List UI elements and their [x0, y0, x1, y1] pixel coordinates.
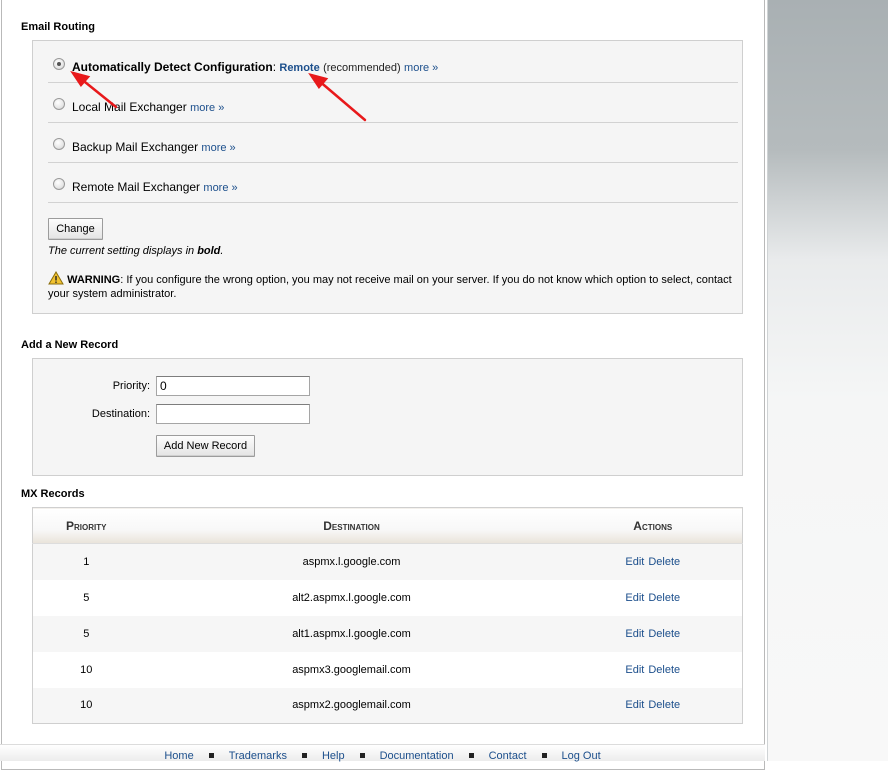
- current-setting-note: The current setting displays in bold.: [48, 245, 223, 257]
- radio-local[interactable]: [53, 98, 65, 110]
- delete-link[interactable]: Delete: [648, 628, 680, 640]
- right-sidebar-panel: [767, 0, 888, 761]
- note-text: The current setting displays in: [48, 245, 198, 257]
- routing-option-auto-label: Automatically Detect Configuration: [72, 60, 273, 74]
- row-actions: Edit Delete: [563, 615, 743, 652]
- add-record-panel: Priority: Destination: Add New Record: [32, 358, 743, 476]
- table-row: 10 aspmx3.googlemail.com Edit Delete: [32, 651, 743, 688]
- footer-link-home[interactable]: Home: [164, 750, 193, 762]
- footer-link-trademarks[interactable]: Trademarks: [229, 750, 287, 762]
- email-routing-title: Email Routing: [21, 21, 95, 33]
- table-row: 10 aspmx2.googlemail.com Edit Delete: [32, 687, 743, 724]
- add-record-title: Add a New Record: [21, 339, 119, 351]
- separator-bullet: [468, 752, 474, 758]
- row-priority: 10: [32, 687, 140, 724]
- routing-option-local-label: Local Mail Exchanger: [72, 100, 187, 114]
- routing-option-remote[interactable]: Remote Mail Exchanger more »: [48, 163, 738, 203]
- edit-link[interactable]: Edit: [625, 699, 644, 711]
- warning-message: WARNING: If you configure the wrong opti…: [48, 271, 738, 300]
- row-actions: Edit Delete: [563, 651, 743, 688]
- separator-bullet: [208, 752, 214, 758]
- column-header-actions: Actions: [563, 507, 743, 544]
- table-row: 5 alt1.aspmx.l.google.com Edit Delete: [32, 615, 743, 652]
- add-new-record-button[interactable]: Add New Record: [156, 435, 255, 457]
- footer-link-help[interactable]: Help: [322, 750, 345, 762]
- separator-bullet: [541, 752, 547, 758]
- column-header-destination[interactable]: Destination: [139, 507, 564, 544]
- routing-option-backup[interactable]: Backup Mail Exchanger more »: [48, 123, 738, 163]
- row-priority: 1: [32, 543, 140, 580]
- warning-text: : If you configure the wrong option, you…: [48, 274, 732, 300]
- row-priority: 10: [32, 651, 140, 688]
- edit-link[interactable]: Edit: [625, 592, 644, 604]
- delete-link[interactable]: Delete: [648, 664, 680, 676]
- mx-records-title: MX Records: [21, 488, 85, 500]
- separator-bullet: [359, 752, 365, 758]
- email-routing-panel: Automatically Detect Configuration: Remo…: [32, 40, 743, 314]
- more-link-remote[interactable]: more »: [203, 182, 237, 194]
- footer-link-contact[interactable]: Contact: [489, 750, 527, 762]
- radio-auto-detect[interactable]: [53, 58, 65, 70]
- more-link-backup[interactable]: more »: [201, 142, 235, 154]
- label-colon: :: [272, 60, 277, 74]
- separator-bullet: [301, 752, 307, 758]
- table-row: 1 aspmx.l.google.com Edit Delete: [32, 543, 743, 580]
- column-header-priority[interactable]: Priority: [32, 507, 140, 544]
- row-actions: Edit Delete: [563, 687, 743, 724]
- row-destination: alt2.aspmx.l.google.com: [139, 579, 564, 616]
- routing-option-local[interactable]: Local Mail Exchanger more »: [48, 83, 738, 123]
- recommended-text: (recommended): [323, 62, 401, 74]
- row-actions: Edit Delete: [563, 579, 743, 616]
- edit-link[interactable]: Edit: [625, 664, 644, 676]
- change-button[interactable]: Change: [48, 218, 103, 240]
- footer-link-logout[interactable]: Log Out: [562, 750, 601, 762]
- more-link-local[interactable]: more »: [190, 102, 224, 114]
- row-actions: Edit Delete: [563, 543, 743, 580]
- priority-input[interactable]: [156, 376, 310, 396]
- footer-link-documentation[interactable]: Documentation: [380, 750, 454, 762]
- delete-link[interactable]: Delete: [648, 592, 680, 604]
- routing-option-backup-label: Backup Mail Exchanger: [72, 140, 199, 154]
- row-destination: aspmx2.googlemail.com: [139, 687, 564, 724]
- routing-option-auto[interactable]: Automatically Detect Configuration: Remo…: [48, 43, 738, 83]
- priority-label: Priority:: [112, 380, 150, 392]
- row-destination: aspmx.l.google.com: [139, 543, 564, 580]
- note-bold: bold: [197, 245, 221, 257]
- footer-nav: Home Trademarks Help Documentation Contact Lo…: [0, 744, 765, 762]
- mx-records-table: Priority Destination Actions 1 aspmx.l.g…: [32, 507, 743, 724]
- edit-link[interactable]: Edit: [625, 628, 644, 640]
- warning-icon: [48, 271, 64, 288]
- table-header-row: Priority Destination Actions: [32, 507, 743, 544]
- delete-link[interactable]: Delete: [648, 699, 680, 711]
- routing-option-remote-label: Remote Mail Exchanger: [72, 180, 201, 194]
- destination-label: Destination:: [91, 408, 150, 420]
- destination-input[interactable]: [156, 404, 310, 424]
- radio-backup[interactable]: [53, 138, 65, 150]
- warning-label: WARNING: [67, 274, 121, 286]
- row-destination: alt1.aspmx.l.google.com: [139, 615, 564, 652]
- row-destination: aspmx3.googlemail.com: [139, 651, 564, 688]
- edit-link[interactable]: Edit: [625, 556, 644, 568]
- row-priority: 5: [32, 579, 140, 616]
- detected-config-value: Remote: [279, 62, 320, 74]
- more-link-auto[interactable]: more »: [404, 62, 438, 74]
- row-priority: 5: [32, 615, 140, 652]
- radio-remote[interactable]: [53, 178, 65, 190]
- note-period: .: [220, 245, 224, 257]
- table-row: 5 alt2.aspmx.l.google.com Edit Delete: [32, 579, 743, 616]
- delete-link[interactable]: Delete: [648, 556, 680, 568]
